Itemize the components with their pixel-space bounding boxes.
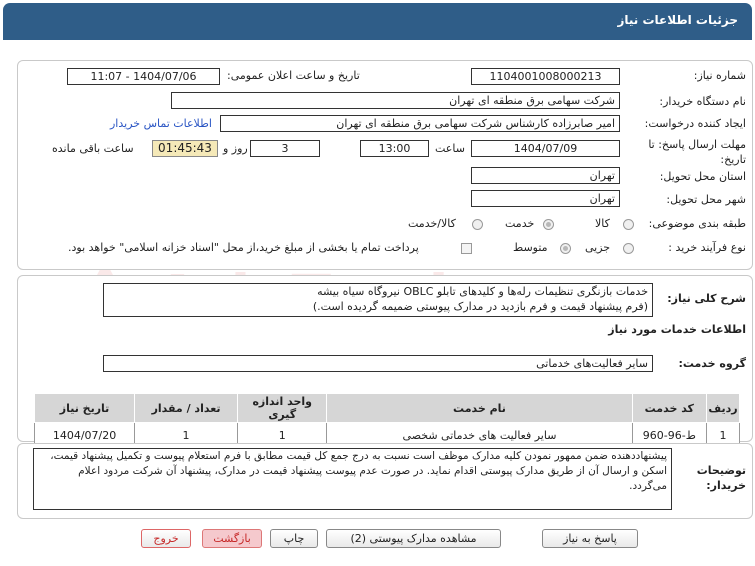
process-radio-minor[interactable] — [623, 243, 634, 254]
col-code-header: کد خدمت — [631, 393, 708, 423]
category-radio-goods[interactable] — [623, 219, 634, 230]
days-field[interactable]: 3 — [250, 140, 320, 157]
reply-button[interactable]: پاسخ به نیاز — [542, 529, 638, 548]
deadline-time-label: ساعت — [435, 142, 465, 155]
contact-info-link[interactable]: اطلاعات تماس خریدار — [110, 117, 212, 130]
service-group-field[interactable]: سایر فعالیت‌های خدماتی — [103, 355, 653, 372]
announce-label: تاریخ و ساعت اعلان عمومی: — [227, 69, 360, 82]
creator-label: ایجاد کننده درخواست: — [644, 117, 746, 130]
need-number-label: شماره نیاز: — [693, 69, 746, 82]
process-option-medium: متوسط — [513, 241, 548, 254]
city-field[interactable]: تهران — [471, 190, 620, 207]
treasury-checkbox[interactable] — [461, 243, 472, 254]
description-label: شرح کلی نیاز: — [667, 292, 746, 305]
buyer-notes-label: توضیحات خریدار: — [696, 464, 746, 492]
province-label: استان محل تحویل: — [659, 170, 746, 183]
deadline-date-field[interactable]: 1404/07/09 — [471, 140, 620, 157]
col-name-header: نام خدمت — [326, 393, 633, 423]
city-label: شهر محل تحویل: — [666, 193, 746, 206]
page-title: جزئیات اطلاعات نیاز — [617, 13, 738, 27]
days-label: روز و — [223, 142, 248, 155]
category-label: طبقه بندی موضوعی: — [648, 217, 746, 230]
table-header-row: ردیف کد خدمت نام خدمت واحد اندازه گیری ت… — [33, 393, 740, 423]
deadline-label: مهلت ارسال پاسخ: تا تاریخ: — [648, 138, 746, 166]
payment-note: پرداخت تمام یا بخشی از مبلغ خرید،از محل … — [68, 241, 419, 254]
deadline-time-field[interactable]: 13:00 — [360, 140, 429, 157]
buyer-label: نام دستگاه خریدار: — [659, 95, 746, 108]
process-option-minor: جزیی — [585, 241, 611, 254]
creator-field[interactable]: امیر صابرزاده کارشناس شرکت سهامی برق منط… — [220, 115, 620, 132]
col-date-header: تاریخ نیاز — [33, 393, 136, 423]
title-bar: جزئیات اطلاعات نیاز — [3, 3, 752, 40]
category-option-both: کالا/خدمت — [408, 217, 456, 230]
announce-field[interactable]: 1404/07/06 - 11:07 — [67, 68, 220, 85]
category-radio-service[interactable] — [543, 219, 554, 230]
category-option-goods: کالا — [595, 217, 610, 230]
service-group-label: گروه خدمت: — [678, 357, 746, 370]
services-table: ردیف کد خدمت نام خدمت واحد اندازه گیری ت… — [33, 393, 740, 448]
process-label: نوع فرآیند خرید : — [668, 241, 746, 254]
exit-button[interactable]: خروج — [141, 529, 191, 548]
remaining-label: ساعت باقی مانده — [52, 142, 134, 155]
province-field[interactable]: تهران — [471, 167, 620, 184]
col-qty-header: تعداد / مقدار — [134, 393, 239, 423]
buyer-field[interactable]: شرکت سهامی برق منطقه ای تهران — [171, 92, 620, 109]
category-option-service: خدمت — [505, 217, 535, 230]
description-textarea[interactable]: خدمات بازنگری تنظیمات رله‌ها و کلیدهای ت… — [103, 283, 653, 317]
attachments-button[interactable]: مشاهده مدارک پیوستی (2) — [326, 529, 501, 548]
print-button[interactable]: چاپ — [270, 529, 318, 548]
col-unit-header: واحد اندازه گیری — [237, 393, 328, 423]
category-radio-both[interactable] — [472, 219, 483, 230]
buyer-notes-textarea[interactable]: پیشنهاددهنده ضمن ممهور نمودن کلیه مدارک … — [33, 448, 672, 510]
need-number-field[interactable]: 1104001008000213 — [471, 68, 620, 85]
col-row-header: ردیف — [706, 393, 740, 423]
remaining-timer: 01:45:43 — [152, 140, 218, 157]
process-radio-medium[interactable] — [560, 243, 571, 254]
back-button[interactable]: بازگشت — [202, 529, 262, 548]
services-section-title: اطلاعات خدمات مورد نیاز — [608, 323, 746, 336]
